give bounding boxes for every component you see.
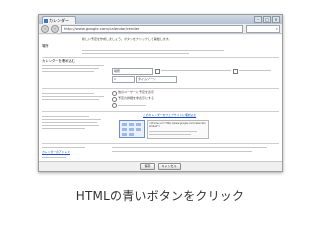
cancel-button[interactable]: キャンセル — [157, 163, 181, 170]
calendar-preview — [119, 120, 145, 138]
browser-tab[interactable]: カレンダー — [42, 16, 76, 24]
browser-window: カレンダー – □ × ‹ › http://www.google.com/ca… — [38, 14, 283, 172]
close-button[interactable]: × — [272, 16, 280, 23]
location-section: 場所 — [42, 44, 279, 56]
embed-label: カレンダーを埋め込む — [42, 59, 75, 63]
embed-title[interactable]: このカレンダーをウェブサイトに埋め込む — [143, 113, 196, 117]
embed-section-header: カレンダーを埋め込む — [42, 59, 279, 74]
radio-share-all[interactable] — [112, 91, 117, 96]
browser-toolbar: ‹ › http://www.google.com/calendar/rende… — [39, 24, 282, 34]
back-icon[interactable]: ‹ — [41, 24, 49, 33]
hour-select[interactable]: 1 — [112, 76, 135, 83]
tab-title: カレンダー — [49, 18, 69, 23]
radio-share-all-label: 他のユーザーに予定を表示 — [118, 90, 154, 94]
address-bar[interactable]: http://www.google.com/calendar/render — [61, 24, 243, 33]
forward-icon[interactable]: › — [51, 24, 59, 33]
footer-bar: 保存 キャンセル — [39, 161, 282, 171]
privacy-section — [42, 91, 279, 102]
radio-private[interactable] — [112, 103, 117, 108]
embed-code-box[interactable]: <iframe src="http://www.google.com/calen… — [147, 120, 209, 139]
option-checkbox-2[interactable] — [233, 69, 238, 74]
radio-share-busy[interactable] — [112, 97, 117, 102]
top-notice-text: 新しい予定を作成しましょう。ボタンをクリックして開始します。 — [82, 37, 172, 41]
option-checkbox-1[interactable] — [155, 69, 160, 74]
save-button[interactable]: 保存 — [140, 163, 155, 170]
maximize-button[interactable]: □ — [263, 16, 271, 23]
radio-share-busy-label: 予定の詳細を非表示にする — [118, 96, 155, 100]
minimize-button[interactable]: – — [254, 16, 262, 23]
window-controls: – □ × — [254, 16, 280, 23]
location-select[interactable]: 場所 — [112, 68, 153, 75]
search-icon: ⌕ — [275, 25, 278, 31]
embed-code-text: <iframe src="http://www.google.com/calen… — [149, 122, 206, 128]
page-content: 新しい予定を作成しましょう。ボタンをクリックして開始します。 場所 カレンダーを… — [39, 35, 282, 171]
calendar-icon — [44, 19, 48, 23]
caption-text: HTMLの青いボタンをクリック — [75, 189, 245, 203]
location-label: 場所 — [42, 44, 49, 48]
tab-bar: カレンダー – □ × — [39, 15, 282, 24]
top-notice: 新しい予定を作成しましょう。ボタンをクリックして開始します。 — [42, 37, 279, 41]
timezone-select[interactable]: タイムゾーン — [136, 76, 177, 83]
search-input[interactable]: ⌕ — [246, 24, 280, 33]
